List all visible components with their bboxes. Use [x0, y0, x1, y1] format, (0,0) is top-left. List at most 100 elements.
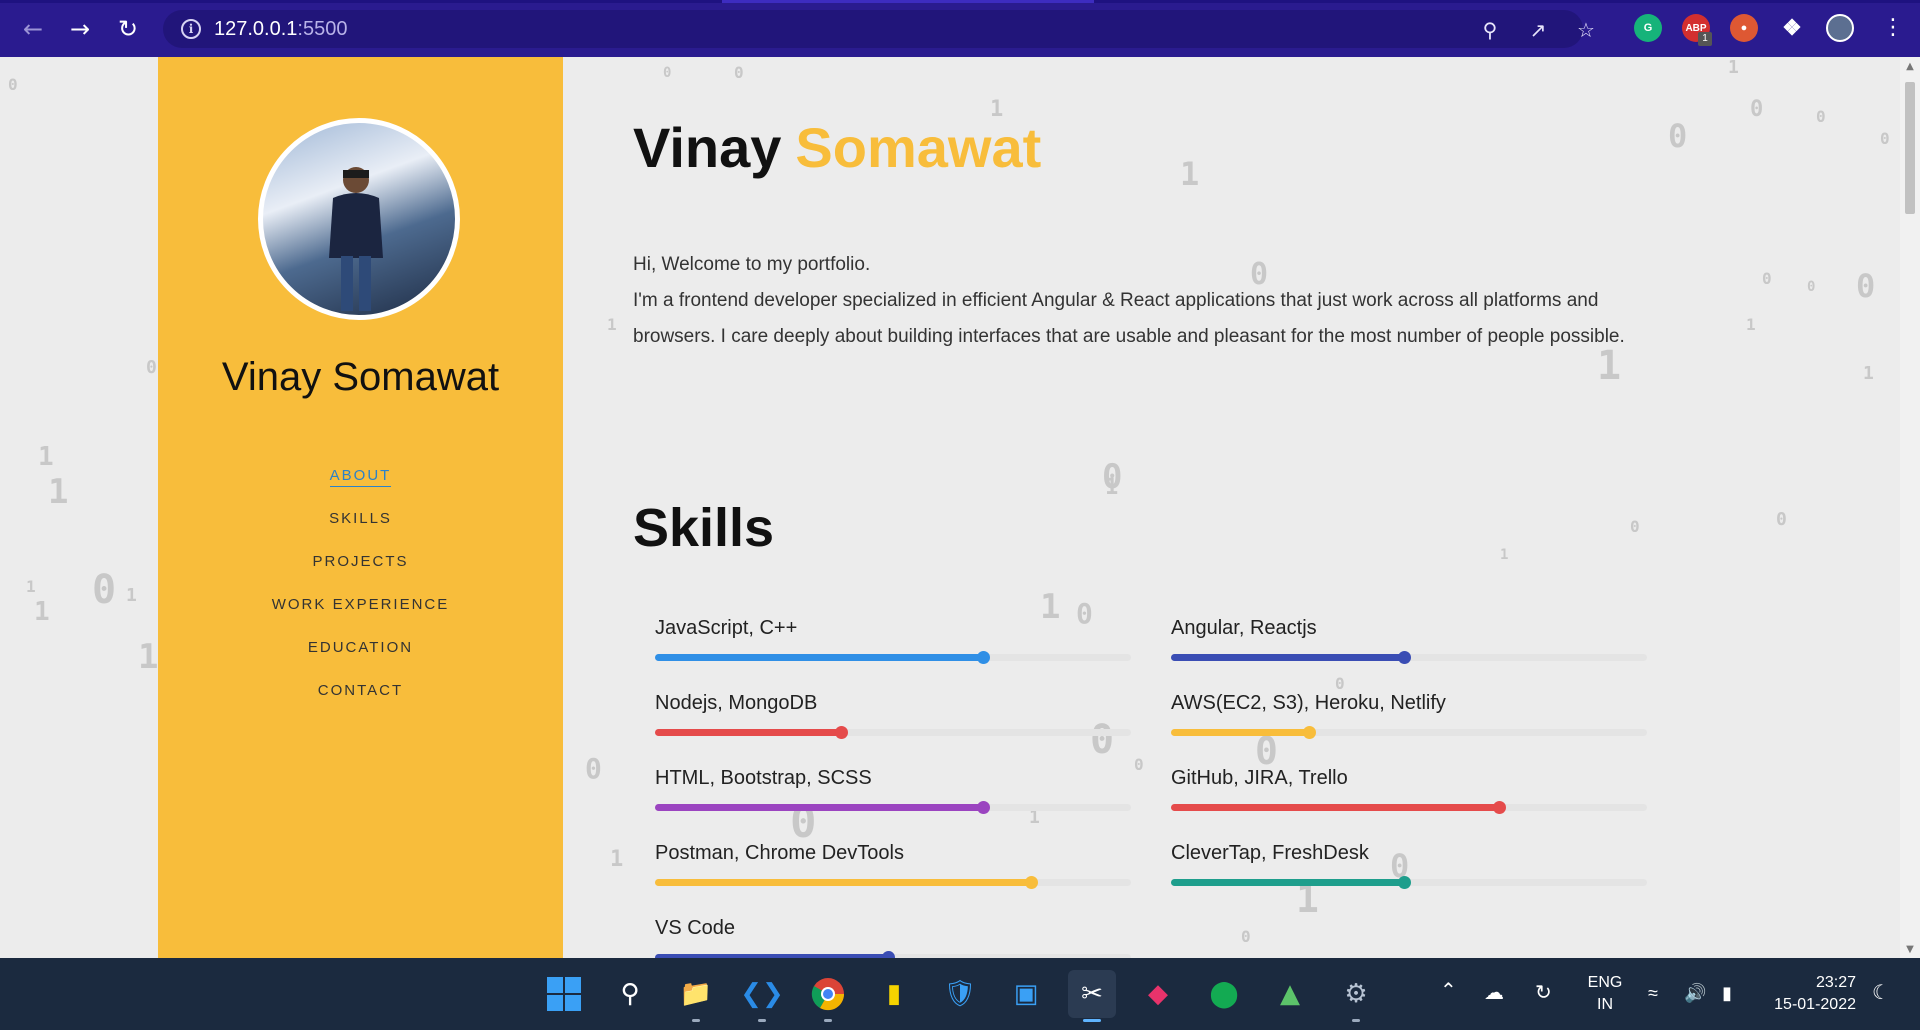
search-icon[interactable]: ⚲ — [606, 970, 654, 1018]
nav-work-experience[interactable]: WORK EXPERIENCE — [158, 596, 563, 639]
snipping-tool-icon[interactable]: ✂ — [1068, 970, 1116, 1022]
bg-digit: 0 — [92, 567, 117, 613]
url-text[interactable]: 127.0.0.1:5500 — [214, 18, 347, 41]
wifi-icon[interactable]: ≈ — [1648, 982, 1658, 1004]
language-code: ENG — [1587, 974, 1623, 991]
bg-digit: 0 — [1856, 267, 1876, 305]
bookmark-star-icon[interactable]: ☆ — [1574, 18, 1598, 42]
skill-bar-fill — [1171, 879, 1404, 886]
tray-overflow-icon[interactable]: ⌃ — [1440, 980, 1457, 1002]
skill-bar-fill — [1171, 729, 1309, 736]
person-silhouette-icon — [329, 167, 383, 311]
adblock-badge: 1 — [1698, 32, 1712, 46]
clock[interactable]: 23:27 15-01-2022 — [1760, 972, 1856, 1016]
file-explorer-icon[interactable]: 📁 — [672, 970, 720, 1022]
browser-toolbar: ← → ↻ i 127.0.0.1:5500 ⚲ ↗ ☆ G ABP 1 ● ❖… — [0, 0, 1920, 57]
scroll-up-icon[interactable]: ▲ — [1905, 61, 1915, 72]
clock-date: 15-01-2022 — [1774, 996, 1856, 1013]
volume-icon[interactable]: 🔊 — [1684, 982, 1706, 1004]
skill-bar-knob — [882, 951, 895, 958]
grammarly-extension-icon[interactable]: G — [1634, 14, 1662, 42]
app-frame-icon[interactable]: ▣ — [1002, 970, 1050, 1018]
share-icon[interactable]: ↗ — [1526, 18, 1550, 42]
bg-digit: 0 — [146, 357, 157, 378]
skill-item: Nodejs, MongoDB — [655, 692, 1131, 752]
app-icon-red[interactable]: ◆ — [1134, 970, 1182, 1018]
profile-avatar[interactable] — [1826, 14, 1854, 42]
page-scrollbar[interactable]: ▲ ▼ — [1900, 57, 1920, 958]
skill-bar-knob — [1398, 651, 1411, 664]
skill-label: HTML, Bootstrap, SCSS — [655, 767, 872, 789]
skill-item: JavaScript, C++ — [655, 617, 1131, 677]
skill-label: Nodejs, MongoDB — [655, 692, 818, 714]
battery-icon[interactable]: ▮ — [1722, 982, 1732, 1004]
sticky-notes-icon[interactable]: ▮ — [870, 970, 918, 1018]
sidebar-name: Vinay Somawat — [221, 355, 500, 399]
skill-bar-track — [655, 801, 1131, 814]
zoom-icon[interactable]: ⚲ — [1478, 18, 1502, 42]
back-icon[interactable]: ← — [16, 12, 50, 46]
skill-bar-fill — [1171, 654, 1404, 661]
skill-bar-fill — [655, 654, 983, 661]
mongodb-icon[interactable]: ⬤ — [1200, 970, 1248, 1018]
profile-photo — [258, 118, 460, 320]
main-content: Vinay Somawat Hi, Welcome to my portfolio… — [633, 57, 1833, 958]
bg-digit: 1 — [1863, 363, 1874, 384]
vscode-icon[interactable]: ❮❯ — [738, 970, 786, 1022]
app-icon-green[interactable]: ▲ — [1266, 970, 1314, 1018]
skills-heading: Skills — [633, 498, 775, 558]
skill-bar-knob — [1303, 726, 1316, 739]
skill-bar-fill — [655, 804, 983, 811]
skill-label: Postman, Chrome DevTools — [655, 842, 904, 864]
tab-strip-edge — [0, 0, 1920, 3]
nav-about[interactable]: ABOUT — [158, 467, 563, 510]
skill-bar-knob — [977, 801, 990, 814]
nav-skills[interactable]: SKILLS — [158, 510, 563, 553]
nav-contact[interactable]: CONTACT — [158, 682, 563, 725]
nav-education[interactable]: EDUCATION — [158, 639, 563, 682]
skill-bar-knob — [1025, 876, 1038, 889]
intro-text: Hi, Welcome to my portfolio. I'm a front… — [633, 247, 1673, 355]
forward-icon[interactable]: → — [63, 12, 97, 46]
nav-projects[interactable]: PROJECTS — [158, 553, 563, 596]
skill-bar-knob — [977, 651, 990, 664]
bg-digit: 1 — [607, 315, 617, 334]
skill-label: JavaScript, C++ — [655, 617, 798, 639]
extensions-puzzle-icon[interactable]: ❖ — [1778, 14, 1806, 42]
reload-icon[interactable]: ↻ — [111, 12, 145, 46]
title-last-name: Somawat — [795, 116, 1042, 179]
skill-item: AWS(EC2, S3), Heroku, Netlify — [1171, 692, 1647, 752]
browser-menu-icon[interactable]: ⋮ — [1882, 14, 1904, 42]
focus-assist-icon[interactable]: ☾ — [1872, 982, 1890, 1004]
language-indicator[interactable]: ENG IN — [1584, 972, 1626, 1016]
skill-bar-track — [655, 726, 1131, 739]
bg-digit: 1 — [610, 847, 624, 872]
title-first-name: Vinay — [633, 116, 782, 179]
skill-bar-track — [1171, 876, 1647, 889]
bg-digit: 1 — [38, 442, 54, 472]
duckduckgo-extension-icon[interactable]: ● — [1730, 14, 1758, 42]
skill-bar-fill — [655, 879, 1031, 886]
skill-bar-track — [1171, 801, 1647, 814]
skill-bar-track — [655, 876, 1131, 889]
sidebar: Vinay Somawat ABOUT SKILLS PROJECTS WORK… — [158, 57, 563, 958]
page-title: Vinay Somawat — [633, 115, 1041, 180]
bg-digit: 1 — [48, 472, 69, 512]
settings-icon[interactable]: ⚙ — [1332, 970, 1380, 1022]
chrome-icon[interactable] — [804, 970, 852, 1022]
sync-icon[interactable]: ↻ — [1535, 982, 1552, 1004]
skill-label: AWS(EC2, S3), Heroku, Netlify — [1171, 692, 1446, 714]
scroll-down-icon[interactable]: ▼ — [1905, 944, 1915, 955]
intro-description: I'm a frontend developer specialized in … — [633, 290, 1625, 347]
skill-item: VS Code — [655, 917, 1131, 958]
start-icon[interactable] — [540, 970, 588, 1018]
site-info-icon[interactable]: i — [181, 19, 201, 39]
skill-item: GitHub, JIRA, Trello — [1171, 767, 1647, 827]
scrollbar-thumb[interactable] — [1905, 82, 1915, 214]
defender-icon[interactable]: 🛡 — [936, 970, 984, 1018]
address-bar[interactable]: i 127.0.0.1:5500 ⚲ ↗ ☆ — [163, 10, 1595, 48]
skill-bar-track — [1171, 651, 1647, 664]
skill-label: VS Code — [655, 917, 736, 939]
skill-label: GitHub, JIRA, Trello — [1171, 767, 1348, 789]
onedrive-icon[interactable]: ☁ — [1484, 982, 1504, 1004]
